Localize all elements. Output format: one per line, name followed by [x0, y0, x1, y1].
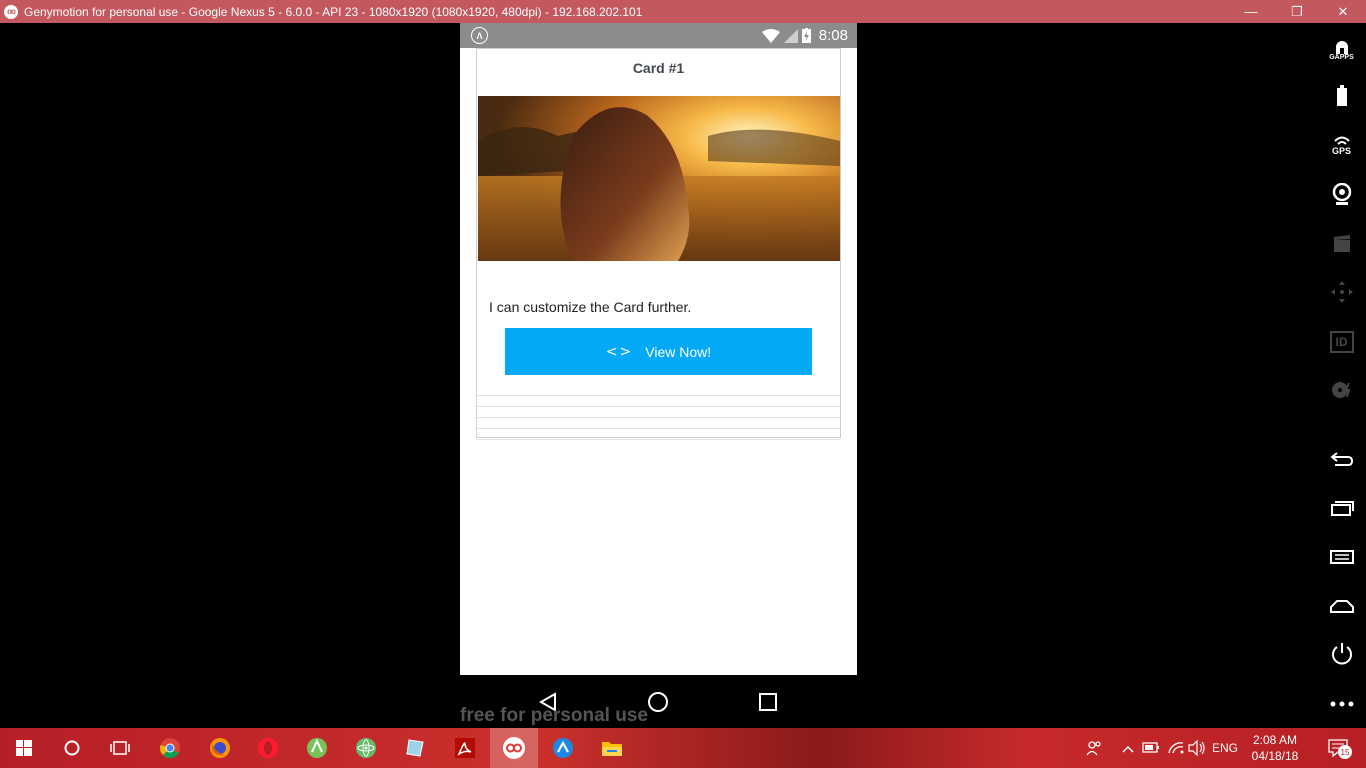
- clock-time: 2:08 AM: [1252, 733, 1298, 747]
- action-center-icon[interactable]: 15: [1328, 739, 1352, 762]
- card-image: [478, 96, 840, 261]
- screen: oo Genymotion for personal use - Google …: [0, 0, 1366, 768]
- view-now-button[interactable]: <> View Now!: [505, 328, 812, 375]
- capture-icon[interactable]: [1317, 227, 1366, 261]
- atom-icon[interactable]: [342, 728, 390, 768]
- home-icon[interactable]: [645, 689, 671, 715]
- cortana-icon[interactable]: [48, 728, 96, 768]
- genymotion-taskbar-icon[interactable]: [490, 728, 538, 768]
- code-icon: <>: [605, 343, 634, 360]
- recents-icon[interactable]: [755, 689, 781, 715]
- card-dividers: [477, 385, 840, 440]
- wifi-tray-icon[interactable]: [1168, 740, 1184, 757]
- window-title: Genymotion for personal use - Google Nex…: [24, 4, 643, 19]
- cell-signal-icon: [783, 28, 798, 43]
- acrobat-icon[interactable]: [441, 728, 489, 768]
- notes-icon[interactable]: [391, 728, 439, 768]
- watermark: free for personal use: [460, 705, 648, 726]
- genymotion-logo-icon: oo: [4, 4, 18, 19]
- language-indicator[interactable]: ENG: [1212, 741, 1238, 755]
- power-icon[interactable]: [1317, 637, 1366, 671]
- window-titlebar: oo Genymotion for personal use - Google …: [0, 0, 1366, 23]
- dpad-icon[interactable]: [1317, 275, 1366, 309]
- android-studio-icon[interactable]: [293, 728, 341, 768]
- gps-icon[interactable]: GPS: [1317, 129, 1366, 163]
- clock-date: 04/18/18: [1251, 749, 1299, 763]
- system-tray: ENG 2:08 AM 04/18/18 15: [1076, 728, 1366, 768]
- taskbar-clock[interactable]: 2:08 AM 04/18/18: [1245, 732, 1305, 764]
- card-title: Card #1: [632, 60, 685, 76]
- windows-taskbar: ENG 2:08 AM 04/18/18 15: [0, 728, 1366, 768]
- arduino-icon[interactable]: [539, 728, 587, 768]
- opera-icon[interactable]: [244, 728, 292, 768]
- close-button[interactable]: ✕: [1320, 0, 1366, 23]
- chrome-icon[interactable]: [146, 728, 194, 768]
- card: Card #1 I can customize the Card further…: [476, 48, 841, 440]
- gapps-label: GAPPS: [1329, 53, 1354, 61]
- start-icon[interactable]: [0, 728, 48, 768]
- view-now-label: View Now!: [645, 343, 712, 360]
- genymotion-sidebar: GAPPS GPS ID: [1317, 23, 1366, 728]
- webcam-icon[interactable]: [1317, 177, 1366, 211]
- notification-icon: Λ: [471, 27, 488, 44]
- back-button-icon[interactable]: [1317, 442, 1366, 476]
- android-screen[interactable]: Λ 8:08 Card #1 I can customize the Card …: [460, 23, 857, 675]
- disk-io-icon[interactable]: [1317, 373, 1366, 407]
- more-icon[interactable]: [1317, 687, 1366, 721]
- firefox-icon[interactable]: [196, 728, 244, 768]
- gapps-icon[interactable]: GAPPS: [1317, 33, 1366, 67]
- device-id-label: ID: [1329, 331, 1354, 353]
- wifi-icon: [761, 28, 780, 43]
- chevron-up-icon[interactable]: [1122, 742, 1134, 756]
- notification-count-badge: 15: [1338, 745, 1352, 759]
- people-icon[interactable]: [1086, 740, 1102, 759]
- recent-apps-icon[interactable]: [1317, 491, 1366, 525]
- battery-charging-icon: [801, 28, 811, 43]
- minimize-button[interactable]: —: [1228, 0, 1274, 23]
- home-button-icon[interactable]: [1317, 589, 1366, 623]
- menu-icon[interactable]: [1317, 540, 1366, 574]
- maximize-button[interactable]: ❐: [1274, 0, 1320, 23]
- card-text: I can customize the Card further.: [489, 299, 692, 315]
- volume-icon[interactable]: [1188, 739, 1206, 759]
- battery-icon[interactable]: [1317, 79, 1366, 113]
- gps-label: GPS: [1331, 146, 1351, 156]
- battery-tray-icon[interactable]: [1142, 740, 1160, 757]
- file-explorer-icon[interactable]: [588, 728, 636, 768]
- device-id-icon[interactable]: ID: [1317, 325, 1366, 359]
- android-status-bar: Λ 8:08: [460, 23, 857, 48]
- task-view-icon[interactable]: [96, 728, 144, 768]
- status-time: 8:08: [818, 27, 848, 44]
